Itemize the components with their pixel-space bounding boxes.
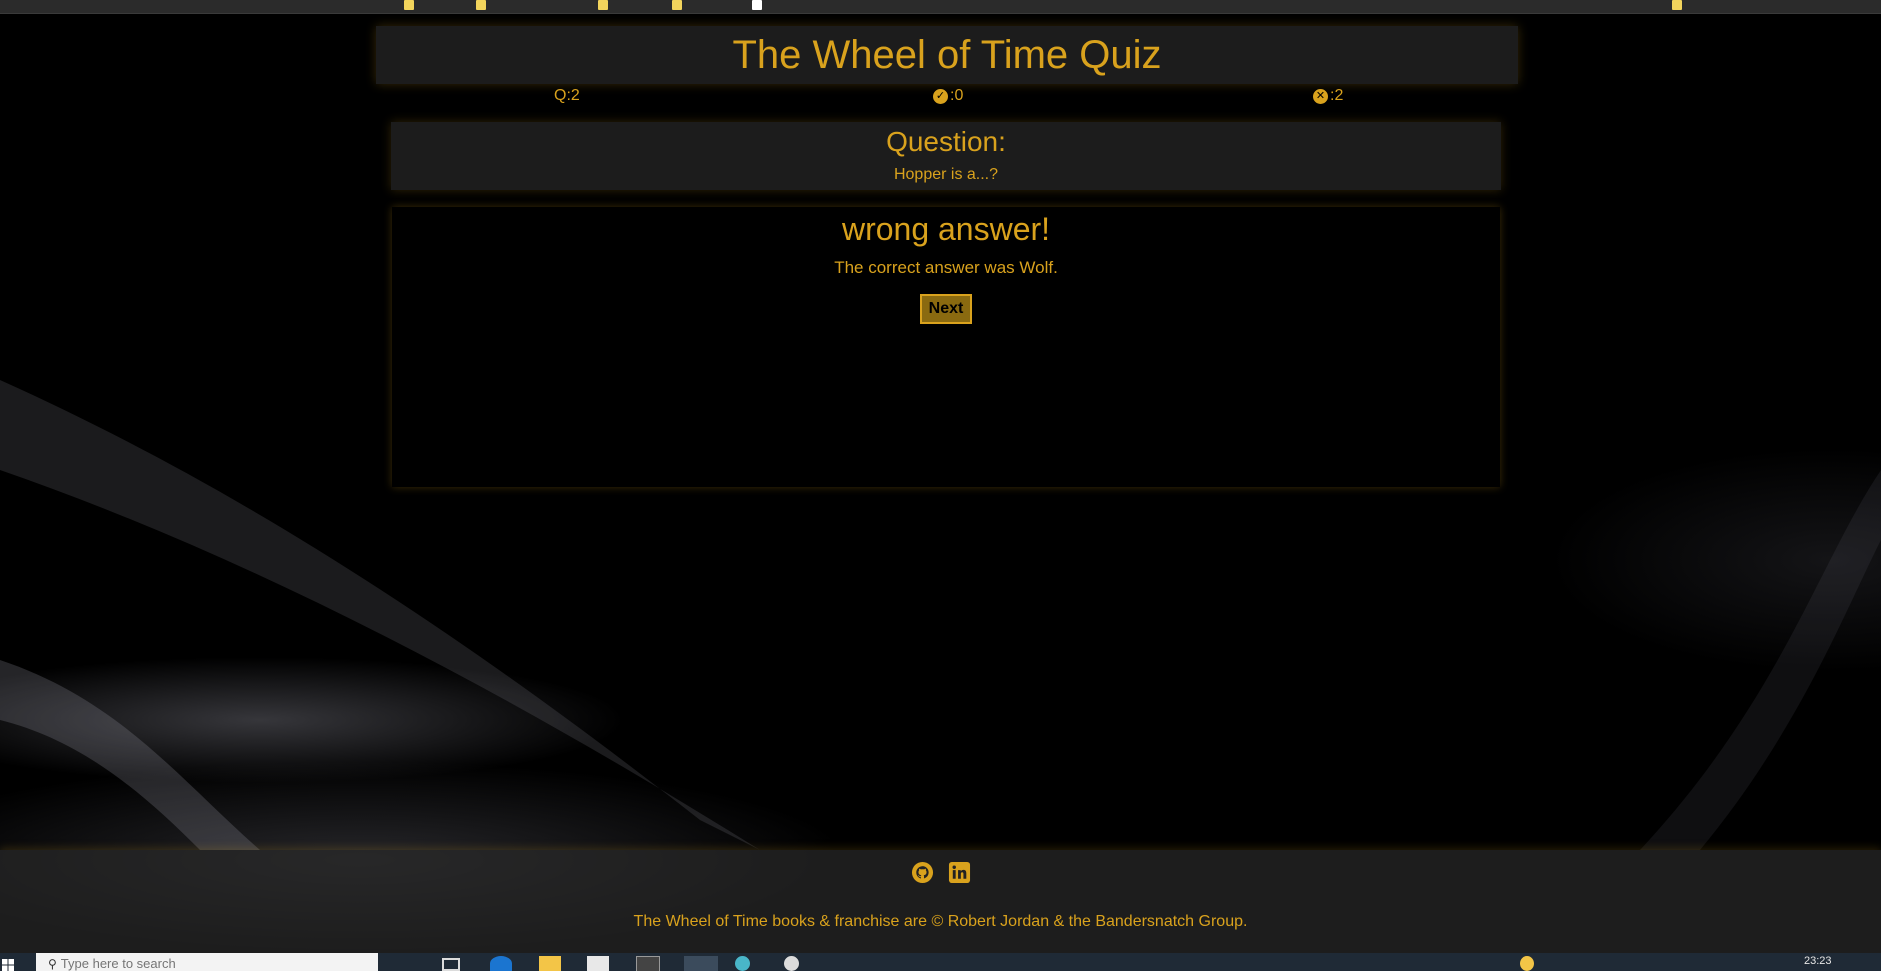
page-title: The Wheel of Time Quiz — [732, 32, 1162, 77]
correct-count: :0 — [950, 87, 964, 104]
question-heading: Question: — [886, 126, 1006, 157]
next-button[interactable]: Next — [919, 294, 973, 324]
github-icon[interactable] — [911, 861, 934, 884]
social-links — [0, 861, 1881, 884]
taskbar: ⚲ 23:23 — [0, 953, 1881, 971]
bookmark-folder-icon[interactable] — [598, 0, 608, 10]
bookmark-folder-icon[interactable] — [404, 0, 414, 10]
bookmark-folder-icon[interactable] — [476, 0, 486, 10]
wrong-counter: ✕ :2 — [1313, 87, 1343, 105]
linkedin-icon[interactable] — [948, 861, 971, 884]
question-counter: Q:2 — [554, 87, 580, 105]
weather-icon — [1520, 956, 1534, 971]
question-text: Hopper is a...? — [893, 166, 999, 183]
copyright-text: The Wheel of Time books & franchise are … — [633, 913, 1248, 930]
game-icon[interactable] — [784, 956, 799, 971]
search-icon: ⚲ — [48, 957, 57, 971]
x-circle-icon: ✕ — [1313, 88, 1328, 104]
app-icon[interactable] — [735, 956, 750, 971]
result-heading: wrong answer! — [841, 211, 1051, 247]
bookmark-page-icon[interactable] — [752, 0, 762, 10]
wrong-count: :2 — [1330, 87, 1344, 104]
question-panel: Question: Hopper is a...? — [391, 122, 1501, 190]
bookmark-folder-icon[interactable] — [1672, 0, 1682, 10]
footer: The Wheel of Time books & franchise are … — [0, 850, 1881, 953]
question-number: Q:2 — [554, 87, 580, 104]
chrome-icon[interactable] — [684, 956, 718, 971]
screen: The Wheel of Time Quiz Q:2 ✓ :0 ✕ :2 Que… — [0, 0, 1881, 971]
search-input[interactable] — [56, 956, 361, 971]
title-panel: The Wheel of Time Quiz — [376, 26, 1518, 84]
taskbar-search[interactable]: ⚲ — [36, 953, 378, 971]
bookmark-folder-icon[interactable] — [672, 0, 682, 10]
windows-start-icon[interactable] — [2, 959, 14, 971]
mail-icon[interactable] — [490, 956, 512, 971]
file-explorer-icon[interactable] — [539, 956, 561, 971]
task-view-icon[interactable] — [442, 958, 460, 971]
clock[interactable]: 23:23 — [1804, 955, 1832, 967]
result-message: The correct answer was Wolf. — [834, 258, 1058, 277]
check-circle-icon: ✓ — [933, 88, 948, 104]
store-icon[interactable] — [587, 956, 609, 971]
terminal-icon[interactable] — [636, 956, 660, 971]
answer-panel: wrong answer! The correct answer was Wol… — [392, 207, 1500, 487]
bookmarks-bar — [0, 0, 1881, 14]
correct-counter: ✓ :0 — [933, 87, 963, 105]
